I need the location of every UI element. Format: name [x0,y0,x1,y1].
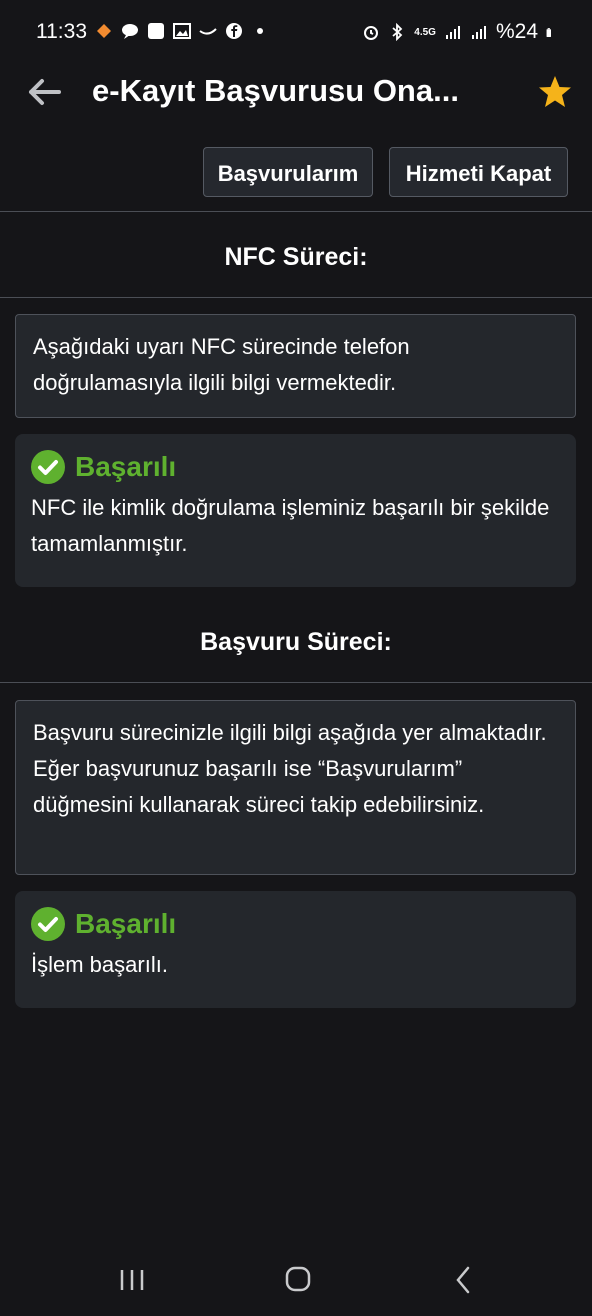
applications-button[interactable]: Başvurularım [203,147,373,197]
nfc-info-card: Aşağıdaki uyarı NFC sürecinde telefon do… [15,314,576,418]
status-bar: 11:33 4.5G %24 [0,0,592,62]
home-icon[interactable] [278,1264,318,1296]
image-icon [173,23,191,39]
app-icon [148,23,164,39]
navigation-bar [0,1240,592,1316]
divider [0,297,592,298]
application-success-header: Başarılı [31,907,560,941]
nfc-success-title: Başarılı [75,451,177,482]
status-time: 11:33 [36,20,87,43]
application-success-title: Başarılı [75,908,177,939]
facebook-icon [226,23,242,39]
signal-icon [445,26,460,39]
network-type: 4.5G [414,26,436,38]
check-circle-icon [31,907,65,941]
wave-icon [199,28,217,35]
application-info-text: Başvuru sürecinizle ilgili bilgi aşağıda… [33,720,547,817]
close-service-button[interactable]: Hizmeti Kapat [389,147,568,197]
arrow-left-icon[interactable] [26,74,62,110]
divider [0,682,592,683]
nfc-success-text: NFC ile kimlik doğrulama işleminiz başar… [31,495,550,556]
notification-icons [95,22,269,40]
application-success-card: Başarılı İşlem başarılı. [15,891,576,1008]
nfc-success-card: Başarılı NFC ile kimlik doğrulama işlemi… [15,434,576,587]
nfc-section-title: NFC Süreci: [224,243,368,271]
nfc-success-header: Başarılı [31,450,560,484]
recent-apps-icon[interactable] [112,1264,152,1296]
signal-icon [471,26,486,39]
nfc-info-text: Aşağıdaki uyarı NFC sürecinde telefon do… [33,334,410,395]
dot-icon [257,28,263,34]
app-bar: e-Kayıt Başvurusu Ona... [0,62,592,122]
application-section-title: Başvuru Süreci: [200,628,392,656]
chat-icon [122,24,138,39]
battery-level: %24 [495,20,538,43]
bluetooth-icon [392,23,403,41]
system-status: 4.5G %24 [362,20,556,44]
battery-icon [546,28,551,37]
check-circle-icon [31,450,65,484]
application-info-card: Başvuru sürecinizle ilgili bilgi aşağıda… [15,700,576,875]
star-icon[interactable] [537,74,573,110]
notification-app-icon [97,24,111,38]
divider [0,211,592,212]
back-icon[interactable] [444,1264,484,1296]
page-title: e-Kayıt Başvurusu Ona... [92,73,459,108]
alarm-icon [364,26,379,40]
application-success-text: İşlem başarılı. [31,952,168,977]
